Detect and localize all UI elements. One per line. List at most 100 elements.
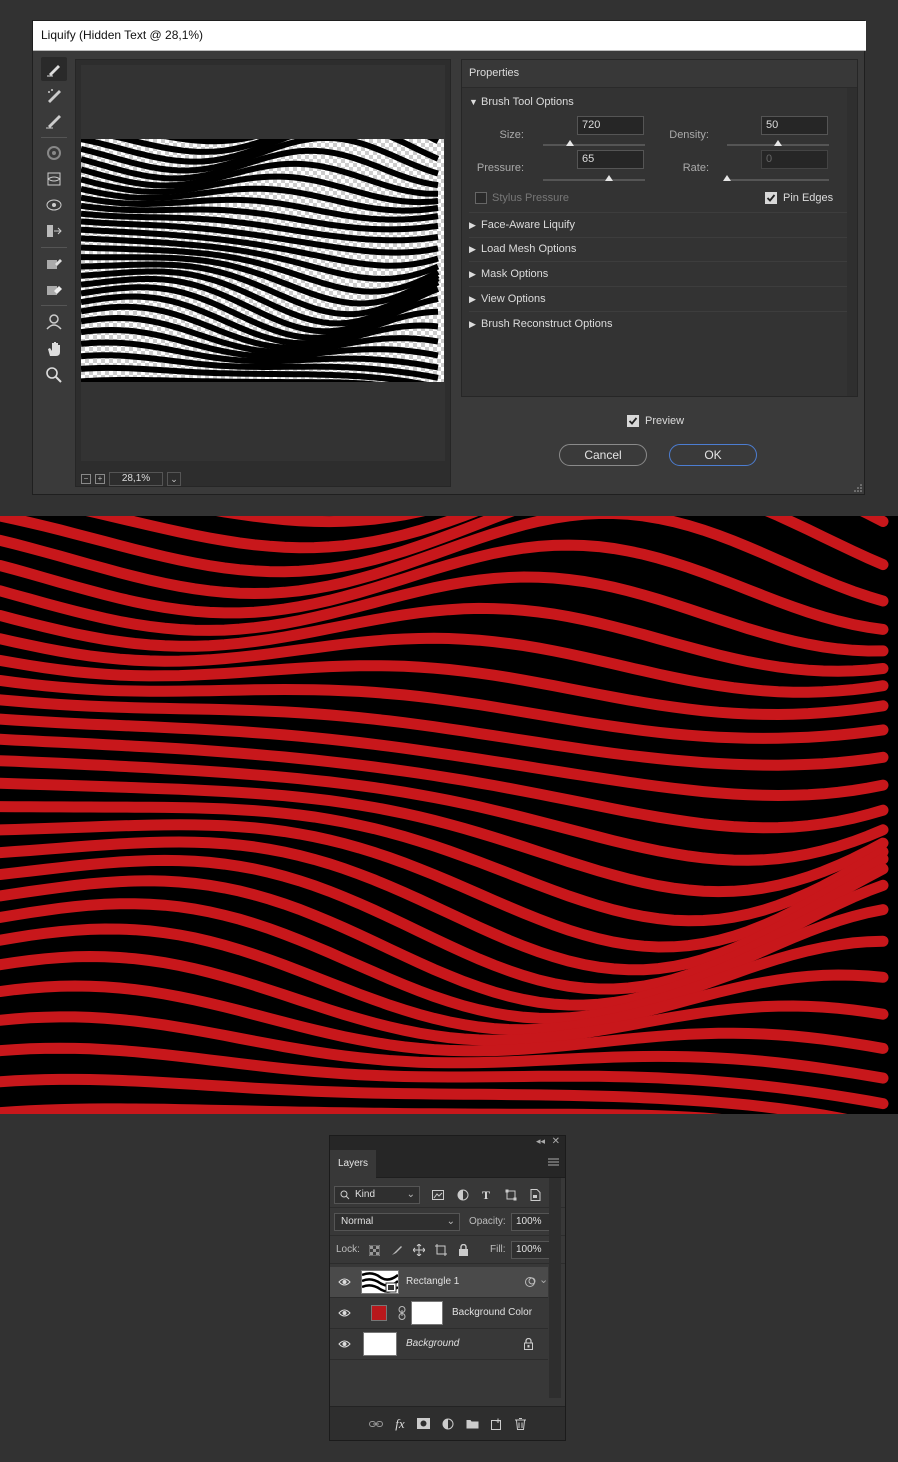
blend-mode-dropdown[interactable]: Normal ⌄ (334, 1213, 460, 1231)
properties-title: Properties (462, 60, 857, 88)
ok-button[interactable]: OK (669, 444, 757, 466)
layer-row-rectangle-1[interactable]: Rectangle 1 ⌄ (330, 1267, 548, 1298)
new-group-folder-icon[interactable] (466, 1418, 479, 1429)
density-slider[interactable] (727, 140, 829, 146)
smooth-tool-icon[interactable] (41, 109, 67, 133)
stylus-pressure-checkbox[interactable] (475, 192, 487, 204)
search-icon (340, 1187, 350, 1203)
pucker-tool-icon[interactable] (41, 167, 67, 191)
filter-type-icon[interactable]: T (482, 1188, 490, 1203)
twirl-clockwise-tool-icon[interactable] (41, 141, 67, 165)
zoom-in-button[interactable]: + (95, 474, 105, 484)
collapse-panel-icon[interactable]: ◂◂ (536, 1136, 545, 1147)
face-aware-liquify-header[interactable]: ▶ Face-Aware Liquify (469, 212, 847, 238)
rate-slider (723, 175, 829, 181)
forward-warp-tool-icon[interactable] (41, 57, 67, 81)
zoom-dropdown-button[interactable]: ⌄ (167, 472, 181, 486)
reconstruct-tool-icon[interactable] (41, 83, 67, 107)
properties-scrollbar[interactable] (847, 88, 857, 396)
section-label: Load Mesh Options (481, 243, 577, 255)
pressure-slider[interactable] (543, 175, 645, 181)
mask-options-header[interactable]: ▶ Mask Options (469, 262, 847, 287)
lock-position-icon[interactable] (413, 1244, 425, 1256)
size-slider-knob[interactable] (565, 140, 574, 146)
visibility-eye-icon[interactable] (338, 1307, 351, 1319)
collapsed-triangle-icon: ▶ (469, 319, 476, 329)
push-left-tool-icon[interactable] (41, 219, 67, 243)
preview-checkbox[interactable] (627, 415, 639, 427)
add-layer-style-icon[interactable]: fx (395, 1416, 404, 1432)
red-wave-artwork (0, 516, 898, 1114)
toolbar-divider (41, 137, 67, 138)
size-slider[interactable] (543, 140, 645, 146)
section-label: Brush Reconstruct Options (481, 318, 613, 330)
lock-artboard-icon[interactable] (435, 1244, 447, 1256)
face-tool-icon[interactable] (41, 309, 67, 333)
new-adjustment-layer-icon[interactable] (442, 1418, 454, 1430)
visibility-eye-icon[interactable] (338, 1276, 351, 1288)
density-field[interactable]: 50 (761, 116, 828, 135)
section-label: View Options (481, 293, 546, 305)
link-chain-icon[interactable] (398, 1306, 406, 1320)
layers-scrollbar[interactable] (549, 1178, 561, 1398)
load-mesh-options-header[interactable]: ▶ Load Mesh Options (469, 237, 847, 262)
rate-label: Rate: (682, 162, 709, 174)
chevron-down-icon: ⌄ (446, 1216, 455, 1227)
collapsed-triangle-icon: ▶ (469, 269, 476, 279)
thaw-mask-tool-icon[interactable] (41, 277, 67, 301)
filter-shape-icon[interactable] (505, 1189, 517, 1201)
dialog-title: Liquify (Hidden Text @ 28,1%) (33, 21, 866, 51)
visibility-eye-icon[interactable] (338, 1338, 351, 1350)
lock-transparent-pixels-icon[interactable] (369, 1245, 380, 1256)
filter-pixel-icon[interactable] (432, 1189, 444, 1201)
layer-row-background-color[interactable]: Background Color (330, 1298, 548, 1329)
expand-layer-chevron-icon[interactable]: ⌄ (539, 1273, 548, 1286)
view-options-header[interactable]: ▶ View Options (469, 287, 847, 312)
rectangle-1-thumbnail (361, 1270, 399, 1294)
pressure-slider-knob[interactable] (605, 175, 614, 181)
pressure-label: Pressure: (476, 162, 524, 174)
lock-all-icon[interactable] (458, 1244, 469, 1256)
density-slider-knob[interactable] (774, 140, 782, 146)
resize-grip-icon[interactable] (854, 484, 862, 492)
liquify-dialog: Liquify (Hidden Text @ 28,1%) − + 28,1% … (32, 20, 866, 495)
zoom-level-field[interactable]: 28,1% (109, 472, 163, 486)
collapsed-triangle-icon: ▶ (469, 294, 476, 304)
filter-adjustment-icon[interactable] (457, 1189, 469, 1201)
properties-panel: Properties ▼ Brush Tool Options Size: 720… (461, 59, 858, 397)
fill-label: Fill: (490, 1244, 506, 1255)
cancel-button[interactable]: Cancel (559, 444, 647, 466)
hand-tool-icon[interactable] (41, 337, 67, 361)
lock-label: Lock: (336, 1244, 360, 1255)
add-mask-icon[interactable] (416, 1418, 430, 1429)
layer-lock-icon[interactable] (523, 1338, 534, 1350)
layers-footer: fx (330, 1406, 565, 1440)
layers-panel: ◂◂ ✕ Layers Kind ⌄ T Normal ⌄ Opacity: 1… (329, 1135, 566, 1441)
pressure-field[interactable]: 65 (577, 150, 644, 169)
tab-layers[interactable]: Layers (330, 1150, 376, 1178)
size-field[interactable]: 720 (577, 116, 644, 135)
lock-image-pixels-icon[interactable] (391, 1244, 403, 1256)
link-layers-icon[interactable] (369, 1419, 384, 1429)
layer-mask-thumbnail[interactable] (411, 1301, 443, 1325)
layer-effects-icon[interactable] (524, 1276, 536, 1288)
fill-color-swatch[interactable] (371, 1305, 387, 1321)
density-label: Density: (669, 129, 709, 141)
layer-row-background[interactable]: Background (330, 1329, 548, 1360)
brush-reconstruct-options-header[interactable]: ▶ Brush Reconstruct Options (469, 312, 847, 336)
delete-layer-trash-icon[interactable] (514, 1417, 526, 1430)
zoom-tool-icon[interactable] (41, 363, 67, 387)
zoom-out-button[interactable]: − (81, 474, 91, 484)
filter-kind-dropdown[interactable]: Kind ⌄ (334, 1186, 420, 1204)
layers-body: Kind ⌄ T Normal ⌄ Opacity: 100% ⌄ Lock: (330, 1178, 565, 1408)
new-layer-icon[interactable] (490, 1418, 503, 1430)
section-label: Face-Aware Liquify (481, 219, 575, 231)
freeze-mask-tool-icon[interactable] (41, 251, 67, 275)
pin-edges-checkbox[interactable] (765, 192, 777, 204)
panel-menu-icon[interactable] (548, 1158, 559, 1168)
bloat-tool-icon[interactable] (41, 193, 67, 217)
close-panel-icon[interactable]: ✕ (552, 1136, 560, 1147)
brush-tool-options-header[interactable]: ▼ Brush Tool Options (469, 90, 847, 114)
filter-smart-object-icon[interactable] (529, 1189, 541, 1201)
liquify-preview-image[interactable] (81, 139, 444, 382)
